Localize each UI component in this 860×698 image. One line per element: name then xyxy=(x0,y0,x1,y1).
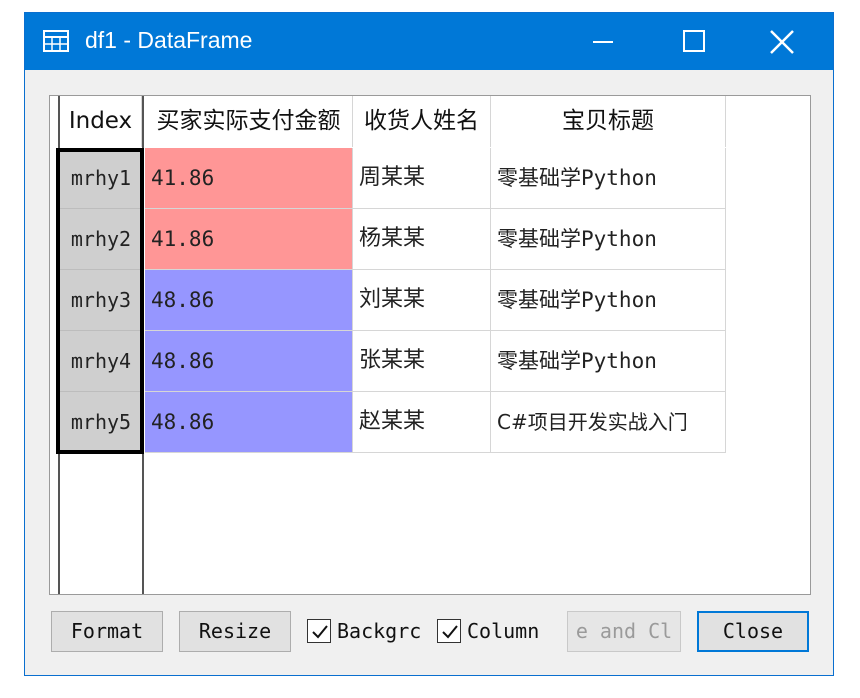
column-checkbox-label: Column xyxy=(467,619,540,643)
minimize-button[interactable] xyxy=(559,13,647,70)
background-checkbox-box[interactable] xyxy=(307,619,331,643)
resize-button[interactable]: Resize xyxy=(179,611,291,652)
minimize-icon xyxy=(593,41,613,43)
disabled-button: e and Cl xyxy=(567,611,681,652)
checkmark-icon xyxy=(312,625,328,639)
dataframe-table[interactable]: Index 买家实际支付金额 收货人姓名 宝贝标题 mrhy1 41.86 周某… xyxy=(49,95,811,595)
maximize-icon xyxy=(683,30,705,52)
amount-cell[interactable]: 48.86 xyxy=(145,270,353,331)
column-header-name[interactable]: 收货人姓名 xyxy=(353,96,491,147)
amount-cell[interactable]: 41.86 xyxy=(145,148,353,209)
name-cell[interactable]: 杨某某 xyxy=(353,209,491,270)
background-checkbox-label: Backgrc xyxy=(337,619,422,643)
title-cell[interactable]: 零基础学Python xyxy=(491,148,726,209)
amount-cell[interactable]: 48.86 xyxy=(145,392,353,453)
row-index[interactable]: mrhy1 xyxy=(60,148,142,209)
name-cell[interactable]: 刘某某 xyxy=(353,270,491,331)
column-checkbox-box[interactable] xyxy=(437,619,461,643)
format-button[interactable]: Format xyxy=(51,611,163,652)
column-header-title[interactable]: 宝贝标题 xyxy=(491,96,726,147)
table-icon xyxy=(43,30,69,52)
name-cell[interactable]: 张某某 xyxy=(353,331,491,392)
amount-cell[interactable]: 41.86 xyxy=(145,209,353,270)
title-bar[interactable]: df1 - DataFrame xyxy=(25,13,833,70)
column-header-amount[interactable]: 买家实际支付金额 xyxy=(145,96,353,147)
window-title: df1 - DataFrame xyxy=(85,27,253,53)
column-checkbox[interactable]: Column xyxy=(437,617,555,647)
row-index[interactable]: mrhy3 xyxy=(60,270,142,331)
name-cell[interactable]: 赵某某 xyxy=(353,392,491,453)
title-cell[interactable]: 零基础学Python xyxy=(491,209,726,270)
row-index[interactable]: mrhy2 xyxy=(60,209,142,270)
title-cell[interactable]: C#项目开发实战入门 xyxy=(491,392,726,453)
close-button[interactable]: Close xyxy=(697,611,809,652)
title-cell[interactable]: 零基础学Python xyxy=(491,331,726,392)
dataframe-window: df1 - DataFrame Index 买家实际支付金额 收货人姓名 宝贝标… xyxy=(24,12,834,676)
close-icon xyxy=(770,30,794,54)
row-index[interactable]: mrhy4 xyxy=(60,331,142,392)
background-checkbox[interactable]: Backgrc xyxy=(307,617,423,647)
window-close-button[interactable] xyxy=(739,13,827,70)
row-index[interactable]: mrhy5 xyxy=(60,392,142,453)
index-header[interactable]: Index xyxy=(60,96,142,147)
name-cell[interactable]: 周某某 xyxy=(353,148,491,209)
amount-cell[interactable]: 48.86 xyxy=(145,331,353,392)
checkmark-icon xyxy=(442,625,458,639)
maximize-button[interactable] xyxy=(647,13,735,70)
title-cell[interactable]: 零基础学Python xyxy=(491,270,726,331)
